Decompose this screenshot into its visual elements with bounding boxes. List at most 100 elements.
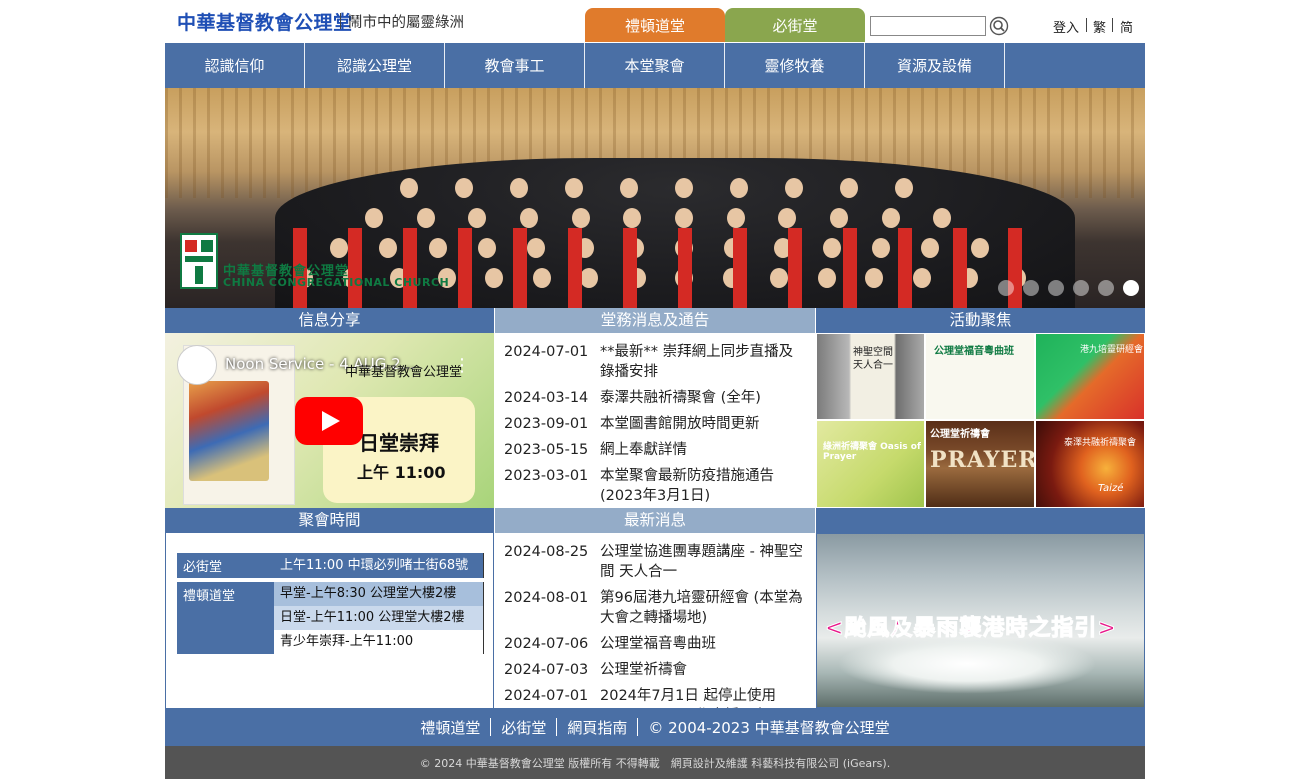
search-icon[interactable] (989, 16, 1009, 36)
choir-member (623, 208, 642, 228)
church-logo-icon (180, 233, 218, 289)
page: 中華基督教會公理堂 鬧市中的屬靈綠洲 禮頓道堂 必街堂 登入 繁 简 認識信仰 … (165, 0, 1145, 779)
footer-link-guide[interactable]: 網頁指南 (557, 717, 637, 738)
play-button-icon[interactable] (295, 397, 363, 445)
choir-stole (1008, 228, 1022, 308)
list-item[interactable]: 2023-03-01 本堂聚會最新防疫措施通告 (2023年3月1日) (504, 466, 804, 506)
choir-member (881, 208, 900, 228)
slider-dots (998, 280, 1139, 296)
choir-stole (458, 228, 472, 308)
video-service-time: 上午 11:00 (357, 463, 446, 482)
typhoon-wave (837, 634, 1097, 694)
choir-stole (513, 228, 527, 308)
list-item[interactable]: 2023-05-15 網上奉獻詳情 (504, 440, 804, 460)
choir-stole (403, 228, 417, 308)
latest-list: 2024-08-25 公理堂協進團專題講座 - 神聖空間 天人合一 2024-08… (504, 542, 804, 708)
typhoon-guideline-banner[interactable]: <颱風及暴雨襲港時之指引> (816, 533, 1145, 708)
choir-member (817, 268, 836, 288)
list-item[interactable]: 2024-07-06 公理堂福音粵曲班 (504, 634, 804, 654)
choir-member (416, 208, 435, 228)
lang-traditional[interactable]: 繁 (1093, 17, 1106, 36)
slider-dot[interactable] (1098, 280, 1114, 296)
tab-bridges-street[interactable]: 必街堂 (725, 8, 865, 42)
footer-link-leighton[interactable]: 禮頓道堂 (410, 717, 490, 738)
slider-dot-active[interactable] (1123, 280, 1139, 296)
list-item[interactable]: 2024-08-01 第96屆港九培靈研經會 (本堂為大會之轉播場地) (504, 588, 804, 628)
list-item[interactable]: 2024-07-01 **最新** 崇拜網上同步直播及錄播安排 (504, 342, 804, 382)
slider-dot[interactable] (998, 280, 1014, 296)
schedule-place: 禮頓道堂 (177, 582, 274, 654)
nav-about[interactable]: 認識公理堂 (305, 43, 445, 88)
choir-member (730, 178, 748, 198)
copyright-bar: © 2024 中華基督教會公理堂 版權所有 不得轉載 網頁設計及維護 科藝科技有… (165, 746, 1145, 779)
event-tile[interactable]: 港九培靈研經會 (1035, 333, 1145, 420)
choir-stole (678, 228, 692, 308)
choir-member (455, 178, 473, 198)
choir-stole (898, 228, 912, 308)
channel-avatar[interactable] (177, 345, 217, 385)
latest-header: 最新消息 (495, 508, 815, 533)
nav-ministry[interactable]: 教會事工 (445, 43, 585, 88)
login-link[interactable]: 登入 (1053, 17, 1079, 36)
footer-copyright: © 2004-2023 中華基督教會公理堂 (648, 718, 890, 737)
schedule-time: 日堂-上午11:00 公理堂大樓2樓 (274, 606, 484, 630)
nav-faith[interactable]: 認識信仰 (165, 43, 305, 88)
schedule-table: 必街堂 上午11:00 中環必列啫士街68號 禮頓道堂 早堂-上午8:30 公理… (177, 553, 484, 654)
choir-member (675, 178, 693, 198)
choir-stole (568, 228, 582, 308)
list-item[interactable]: 2024-03-14 泰澤共融祈禱聚會 (全年) (504, 388, 804, 408)
list-item[interactable]: 2024-07-012024年7月1日 起停止使用 LIVESTREAM 作直播… (504, 686, 804, 708)
tab-leighton-road[interactable]: 禮頓道堂 (585, 8, 725, 42)
list-item[interactable]: 2023-09-01 本堂圖書館開放時間更新 (504, 414, 804, 434)
nav-resources[interactable]: 資源及設備 (865, 43, 1005, 88)
video-church-name: 中華基督教會公理堂 (345, 365, 463, 380)
video-artwork (189, 381, 269, 481)
choir-member (872, 238, 891, 258)
nav-gatherings[interactable]: 本堂聚會 (585, 43, 725, 88)
hero-banner[interactable]: 中華基督教會公理堂 CHINA CONGREGATIONAL CHURCH (165, 88, 1145, 308)
event-tile[interactable]: 綠洲祈禱聚會 Oasis of Prayer (816, 420, 925, 508)
choir-member (468, 208, 487, 228)
choir-member (912, 268, 931, 288)
info-header: 信息分享 (165, 308, 494, 333)
choir-member (428, 238, 447, 258)
typhoon-guideline-text[interactable]: <颱風及暴雨襲港時之指引> (825, 610, 1117, 642)
slider-dot[interactable] (1023, 280, 1039, 296)
event-tile[interactable]: 泰澤共融祈禱聚會 Taizé (1035, 420, 1145, 508)
schedule-time: 早堂-上午8:30 公理堂大樓2樓 (274, 582, 484, 606)
video-service-name: 日堂崇拜 (359, 431, 439, 455)
schedule-time: 青少年崇拜-上午11:00 (274, 630, 484, 654)
event-tile[interactable]: 神聖空間 天人合一 (816, 333, 925, 420)
search-input[interactable] (870, 16, 986, 36)
slider-dot[interactable] (1073, 280, 1089, 296)
choir-member (580, 268, 598, 288)
nav-spiritual[interactable]: 靈修牧養 (725, 43, 865, 88)
schedule-place: 必街堂 (177, 553, 274, 578)
video-player[interactable]: Noon Service - 4 AUG 2... ⋮ 中華基督教會公理堂 日堂… (165, 333, 494, 508)
lang-divider (1112, 18, 1113, 32)
footer-nav: 禮頓道堂 必街堂 網頁指南 © 2004-2023 中華基督教會公理堂 (165, 708, 1145, 746)
choir-member (485, 268, 503, 288)
choir-member (565, 178, 583, 198)
lang-simplified[interactable]: 简 (1120, 17, 1133, 36)
choir-member (895, 178, 913, 198)
choir-member (330, 238, 348, 258)
choir-member (379, 238, 398, 258)
list-item[interactable]: 2024-07-03 公理堂祈禱會 (504, 660, 804, 680)
choir-member (865, 268, 883, 288)
main-nav: 認識信仰 認識公理堂 教會事工 本堂聚會 靈修牧養 資源及設備 (165, 43, 1145, 88)
events-grid: 神聖空間 天人合一 公理堂福音粵曲班 港九培靈研經會 綠洲祈禱聚會 Oasis … (816, 333, 1145, 508)
choir-stole (733, 228, 747, 308)
event-tile[interactable]: 公理堂祈禱會 PRAYER (925, 420, 1035, 508)
lang-divider (1086, 18, 1087, 32)
choir-stole (788, 228, 802, 308)
site-logo[interactable]: 中華基督教會公理堂 (177, 8, 353, 35)
events-header: 活動聚焦 (816, 308, 1145, 333)
choir-stole (843, 228, 857, 308)
event-tile[interactable]: 公理堂福音粵曲班 (925, 333, 1035, 420)
list-item[interactable]: 2024-08-25 公理堂協進團專題講座 - 神聖空間 天人合一 (504, 542, 804, 582)
footer-link-bridges[interactable]: 必街堂 (491, 717, 556, 738)
choir-stole (623, 228, 637, 308)
choir-member (921, 238, 940, 258)
slider-dot[interactable] (1048, 280, 1064, 296)
